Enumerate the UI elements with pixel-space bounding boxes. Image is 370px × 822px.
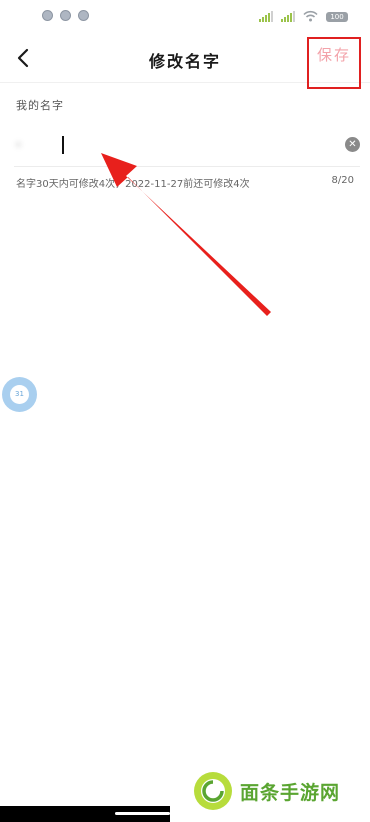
char-count: 8/20: [331, 175, 354, 186]
name-input-row: · ✕: [14, 126, 360, 167]
watermark-text: 面条手游网: [240, 781, 341, 804]
clear-input-button[interactable]: ✕: [345, 137, 360, 152]
watermark-logo: [194, 772, 232, 810]
annotation-arrow: [101, 153, 271, 316]
floating-assistant-button[interactable]: 31: [2, 377, 37, 412]
text-cursor: [62, 136, 64, 154]
status-bar: 100: [0, 0, 370, 34]
save-button[interactable]: 保存: [309, 44, 359, 65]
app-notification-icon: [60, 10, 71, 21]
watermark: 面条手游网: [192, 770, 340, 812]
notification-icons: [42, 10, 89, 21]
signal-icon: [259, 11, 273, 22]
home-indicator: [0, 806, 170, 822]
name-input[interactable]: ·: [16, 136, 21, 154]
home-bar: [115, 812, 170, 815]
app-notification-icon: [78, 10, 89, 21]
app-notification-icon: [42, 10, 53, 21]
rename-limit-hint: 名字30天内可修改4次，2022-11-27前还可修改4次: [16, 179, 250, 190]
floating-badge: 31: [10, 385, 29, 404]
wifi-icon: [303, 10, 318, 22]
status-icons: 100: [259, 10, 348, 22]
signal-icon: [281, 11, 295, 22]
name-field-label: 我的名字: [16, 99, 64, 112]
battery-icon: 100: [326, 12, 348, 22]
